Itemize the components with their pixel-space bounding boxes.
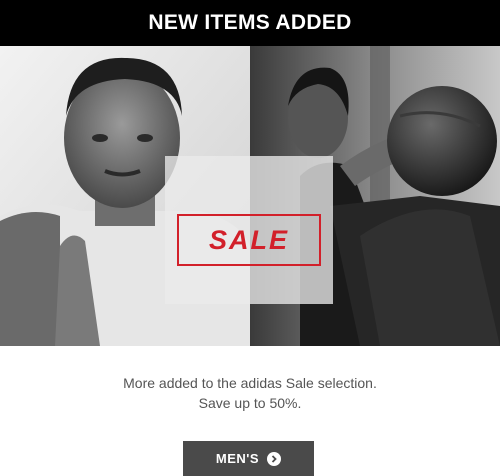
promo-line-2: Save up to 50%. <box>198 395 302 411</box>
banner-title: NEW ITEMS ADDED <box>148 11 352 34</box>
sale-frame: SALE <box>177 214 321 266</box>
hero-image[interactable]: SALE <box>0 46 500 346</box>
sale-overlay-panel: SALE <box>165 156 333 304</box>
mens-button[interactable]: MEN'S <box>183 441 314 476</box>
mens-button-label: MEN'S <box>215 451 260 466</box>
sale-label: SALE <box>208 224 289 255</box>
medicine-ball <box>387 86 497 196</box>
top-banner: NEW ITEMS ADDED <box>0 0 500 46</box>
promo-copy: More added to the adidas Sale selection.… <box>0 373 500 413</box>
chevron-right-circle-icon <box>267 451 282 466</box>
promo-line-1: More added to the adidas Sale selection. <box>123 375 377 391</box>
